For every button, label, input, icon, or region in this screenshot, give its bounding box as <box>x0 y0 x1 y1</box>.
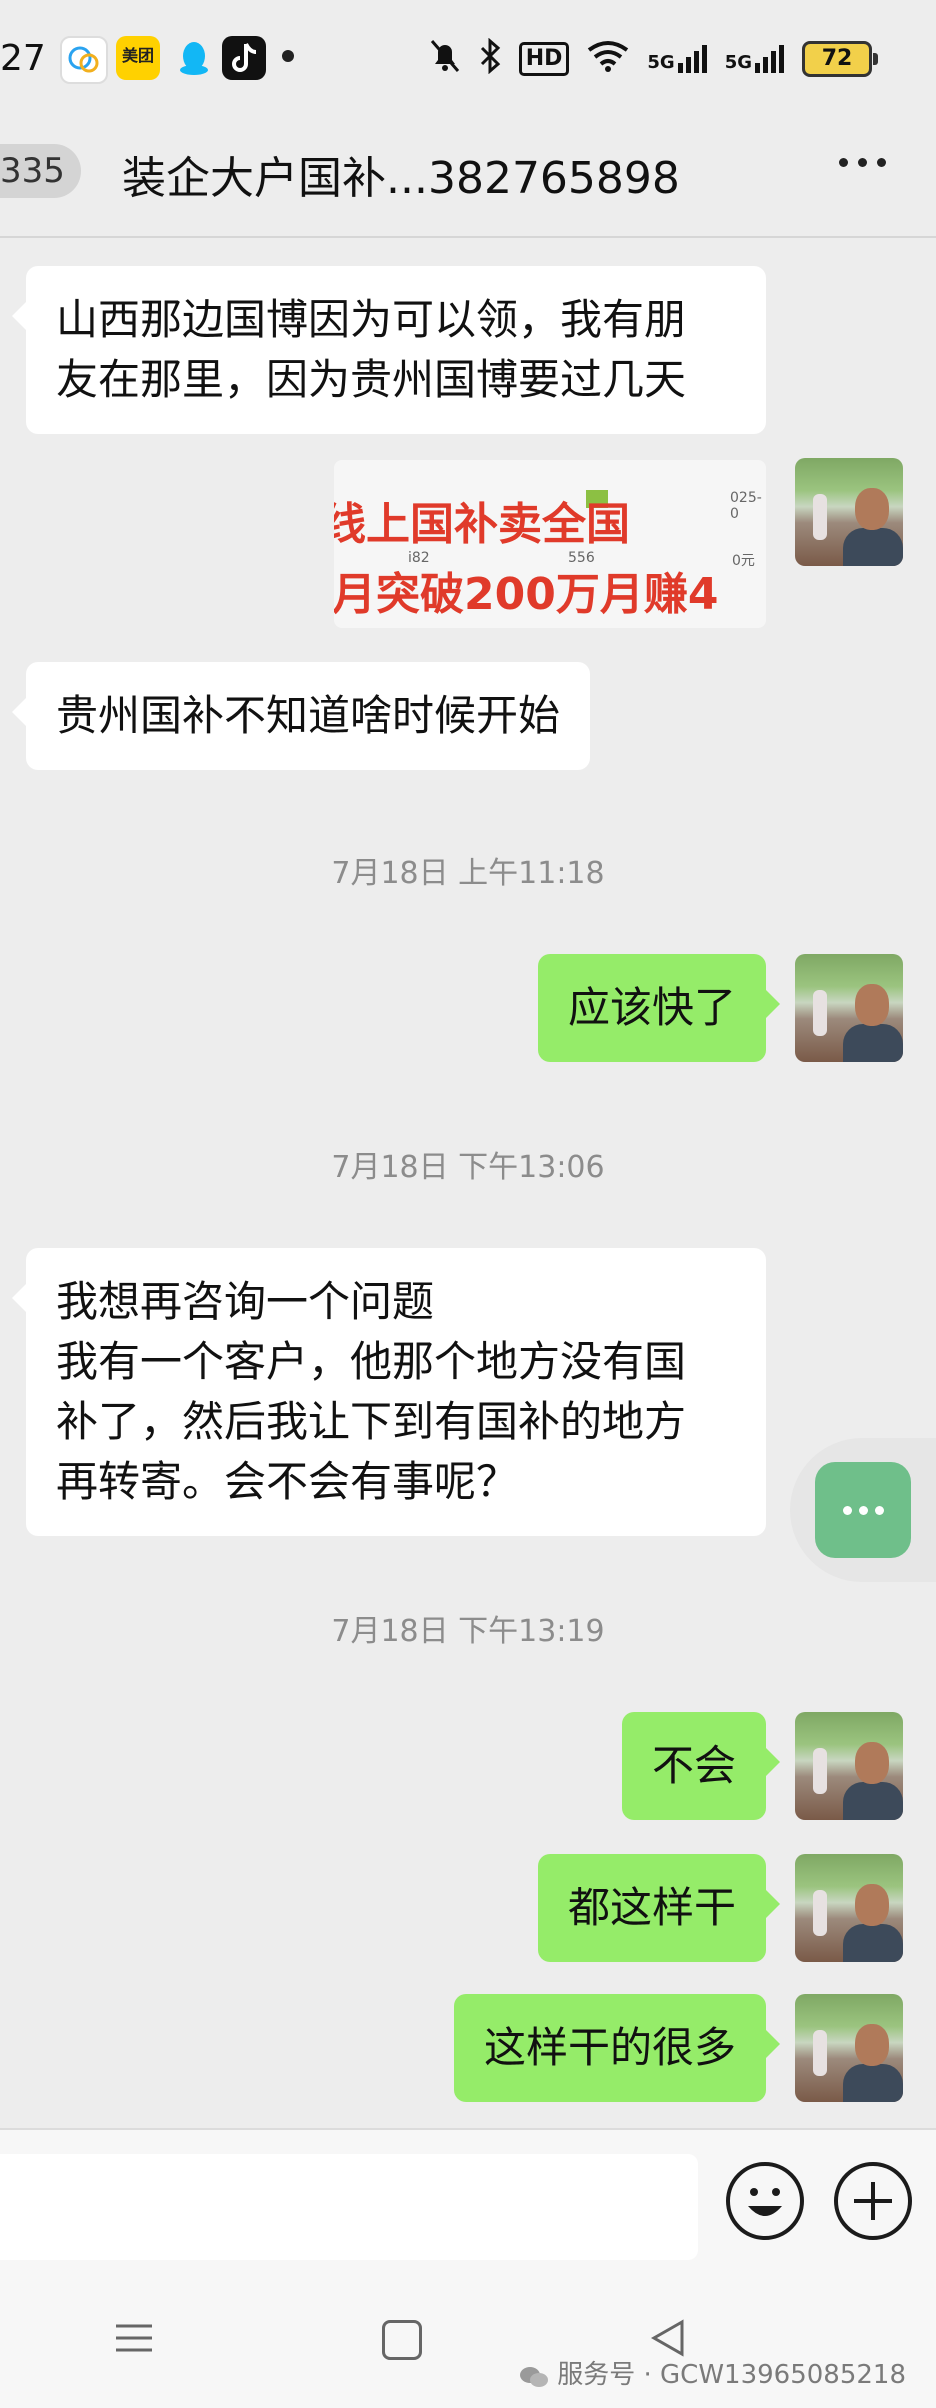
message-outgoing[interactable]: 这样干的很多 <box>453 1994 781 2102</box>
input-bar <box>0 2128 936 2270</box>
status-time: 27 <box>0 38 46 79</box>
meituan-icon: 美团 <box>116 36 160 80</box>
chat-header: 335 装企大户国补...382765898 <box>0 120 936 238</box>
message-outgoing[interactable]: 都这样干 <box>537 1854 781 1962</box>
image-subheadline: 月突破200万月赚4 <box>334 569 719 620</box>
avatar[interactable] <box>795 1712 903 1820</box>
battery-icon: 72 <box>802 41 878 77</box>
avatar[interactable] <box>795 458 903 566</box>
signal-5g-2: 5G <box>725 45 784 73</box>
back-unread-count[interactable]: 335 <box>0 144 81 198</box>
bluetooth-icon <box>479 37 501 81</box>
message-incoming[interactable]: 贵州国补不知道啥时候开始 <box>11 662 591 770</box>
avatar[interactable] <box>795 1994 903 2102</box>
chat-title: 装企大户国补...382765898 <box>122 153 680 204</box>
image-date: 025-0 <box>730 490 762 522</box>
message-incoming[interactable]: 山西那边国博因为可以领，我有朋 友在那里，因为贵州国博要过几天 <box>12 266 766 434</box>
wechat-icon <box>60 36 108 84</box>
avatar[interactable] <box>795 954 903 1062</box>
timestamp: 7月18日 下午13:06 <box>331 1150 605 1185</box>
wechat-logo-icon <box>519 2365 549 2387</box>
signal-5g-1-label: 5G <box>647 52 675 73</box>
wifi-icon <box>587 40 629 79</box>
image-stat-3: 0元 <box>732 553 755 569</box>
signal-5g-2-label: 5G <box>724 52 752 73</box>
qq-icon <box>172 36 216 80</box>
message-outgoing[interactable]: 不会 <box>621 1712 781 1820</box>
message-outgoing[interactable]: 应该快了 <box>537 954 781 1062</box>
tiktok-icon <box>222 36 266 80</box>
notification-dot <box>282 50 294 62</box>
plus-icon[interactable] <box>834 2162 912 2240</box>
home-icon[interactable] <box>382 2320 422 2360</box>
more-icon[interactable] <box>839 158 886 167</box>
meituan-label: 美团 <box>121 46 154 65</box>
image-stat-1: i82 <box>408 550 430 566</box>
message-input[interactable] <box>0 2154 698 2260</box>
watermark: 服务号 · GCW13965085218 <box>519 2354 906 2391</box>
status-bar: 27 美团 HD 5G 5G 72 <box>0 0 936 120</box>
message-incoming[interactable]: 我想再咨询一个问题 我有一个客户，他那个地方没有国 补了，然后我让下到有国补的地… <box>12 1248 766 1536</box>
mute-icon <box>429 38 461 81</box>
timestamp: 7月18日 上午11:18 <box>331 856 605 891</box>
signal-5g-1: 5G <box>647 45 707 73</box>
system-nav-bar: 服务号 · GCW13965085218 <box>0 2268 936 2408</box>
timestamp: 7月18日 下午13:19 <box>331 1614 605 1649</box>
hd-badge: HD <box>518 42 570 76</box>
emoji-icon[interactable] <box>726 2162 804 2240</box>
image-stat-2: 556 <box>568 550 595 566</box>
image-headline: 线上国补卖全国 <box>334 499 630 550</box>
avatar[interactable] <box>795 1854 903 1962</box>
message-image[interactable]: 线上国补卖全国 月突破200万月赚4 025-0 i82 556 0元 <box>334 460 766 628</box>
menu-icon[interactable] <box>114 2318 154 2362</box>
watermark-text: 服务号 · GCW13965085218 <box>557 2360 906 2390</box>
floating-more-button[interactable] <box>815 1462 911 1558</box>
